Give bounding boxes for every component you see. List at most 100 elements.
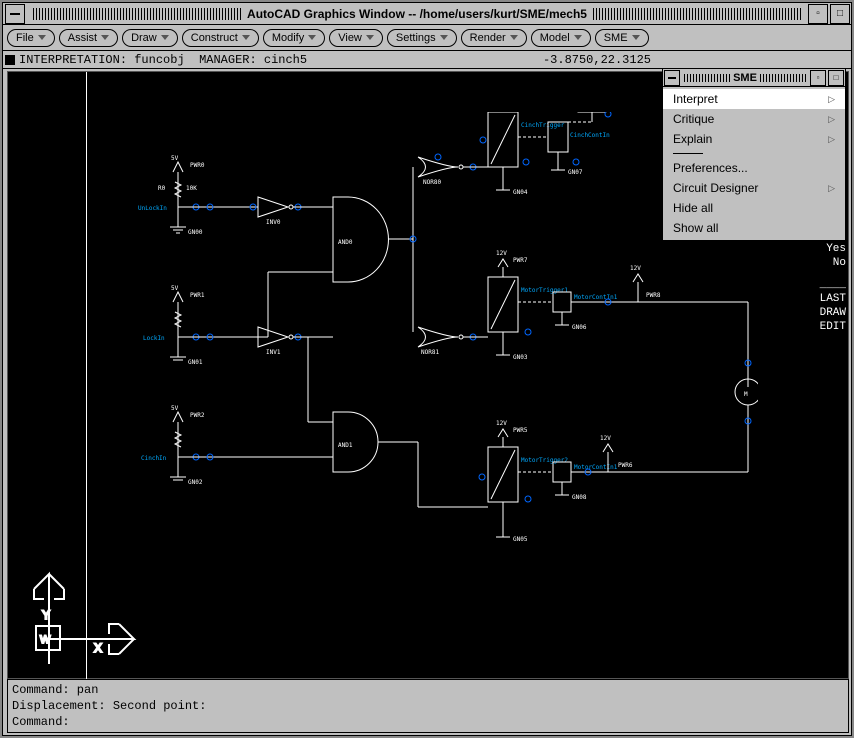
svg-text:X: X (94, 641, 102, 655)
minimize-button[interactable]: ▫ (808, 4, 828, 24)
menubar: File Assist Draw Construct Modify View S… (3, 25, 851, 51)
svg-text:Y: Y (42, 608, 50, 622)
sme-titlebar-texture-left (684, 74, 730, 82)
sme-window-title: SME (733, 72, 757, 84)
svg-text:CinchContIn: CinchContIn (570, 132, 610, 139)
menu-view[interactable]: View (329, 29, 383, 47)
chevron-down-icon (510, 35, 518, 40)
sme-titlebar[interactable]: SME ▫ □ (663, 69, 845, 87)
svg-text:PWR7: PWR7 (513, 257, 528, 264)
svg-text:GN01: GN01 (188, 359, 203, 366)
sme-item-circuit-designer[interactable]: Circuit Designer▷ (663, 178, 845, 198)
maximize-button[interactable]: □ (830, 4, 850, 24)
menu-file[interactable]: File (7, 29, 55, 47)
chevron-down-icon (242, 35, 250, 40)
svg-text:UnLockIn: UnLockIn (138, 205, 167, 212)
menu-construct[interactable]: Construct (182, 29, 259, 47)
submenu-arrow-icon: ▷ (828, 183, 835, 194)
svg-text:12V: 12V (630, 265, 641, 272)
interpretation-value: funcobj (134, 53, 184, 67)
svg-text:INV0: INV0 (266, 219, 281, 226)
sme-window-menu-button[interactable] (664, 70, 680, 86)
svg-text:AND0: AND0 (338, 239, 353, 246)
svg-text:GN02: GN02 (188, 479, 203, 486)
submenu-arrow-icon: ▷ (828, 134, 835, 145)
menu-model[interactable]: Model (531, 29, 591, 47)
command-area[interactable]: Command: pan Displacement: Second point:… (7, 679, 849, 733)
side-edit[interactable]: EDIT (800, 321, 846, 333)
svg-text:12V: 12V (496, 250, 507, 257)
svg-text:MotorContIn1: MotorContIn1 (574, 464, 618, 471)
window-menu-button[interactable] (5, 4, 25, 24)
sme-item-hide-all[interactable]: Hide all (663, 198, 845, 218)
svg-text:5V: 5V (171, 285, 179, 292)
command-line-1: Command: pan (12, 682, 844, 698)
svg-text:GN06: GN06 (572, 324, 587, 331)
svg-text:CinchTrigger: CinchTrigger (521, 122, 565, 129)
svg-text:PWR2: PWR2 (190, 412, 205, 419)
submenu-arrow-icon: ▷ (828, 114, 835, 125)
window-title: AutoCAD Graphics Window -- /home/users/k… (247, 7, 587, 21)
side-draw[interactable]: DRAW (800, 307, 846, 319)
svg-text:12V: 12V (496, 420, 507, 427)
menu-sme[interactable]: SME (595, 29, 649, 47)
svg-text:5V: 5V (171, 405, 179, 412)
svg-text:PWR0: PWR0 (190, 162, 205, 169)
status-led (5, 55, 15, 65)
menu-draw[interactable]: Draw (122, 29, 178, 47)
coordinates-readout: -3.8750,22.3125 (543, 53, 651, 67)
svg-text:LockIn: LockIn (143, 335, 165, 342)
chevron-down-icon (632, 35, 640, 40)
svg-text:NOR81: NOR81 (421, 349, 439, 356)
sme-item-critique[interactable]: Critique▷ (663, 109, 845, 129)
chevron-down-icon (38, 35, 46, 40)
menu-assist[interactable]: Assist (59, 29, 118, 47)
sme-minimize-button[interactable]: ▫ (810, 70, 826, 86)
svg-text:AND1: AND1 (338, 442, 353, 449)
svg-text:R0: R0 (158, 185, 166, 192)
sme-window[interactable]: SME ▫ □ Interpret▷ Critique▷ Explain▷ Pr… (662, 68, 846, 241)
svg-text:MotorTrigger2: MotorTrigger2 (521, 457, 568, 464)
svg-text:12V: 12V (600, 435, 611, 442)
titlebar[interactable]: AutoCAD Graphics Window -- /home/users/k… (3, 3, 851, 25)
svg-text:NOR80: NOR80 (423, 179, 441, 186)
titlebar-texture-right (593, 8, 801, 20)
sme-item-explain[interactable]: Explain▷ (663, 129, 845, 149)
svg-text:W: W (40, 634, 51, 646)
interpretation-label: INTERPRETATION: (19, 53, 127, 67)
svg-text:MotorContIn1: MotorContIn1 (574, 294, 618, 301)
sme-titlebar-texture-right (760, 74, 806, 82)
side-blank: ____ (800, 279, 846, 291)
svg-text:GN05: GN05 (513, 536, 528, 543)
svg-text:PWR5: PWR5 (513, 427, 528, 434)
menu-settings[interactable]: Settings (387, 29, 457, 47)
side-no[interactable]: No (800, 257, 846, 269)
svg-text:CinchIn: CinchIn (141, 455, 167, 462)
side-yes[interactable]: Yes (800, 243, 846, 255)
menu-render[interactable]: Render (461, 29, 527, 47)
sme-item-interpret[interactable]: Interpret▷ (663, 89, 845, 109)
chevron-down-icon (366, 35, 374, 40)
chevron-down-icon (574, 35, 582, 40)
sme-menu: Interpret▷ Critique▷ Explain▷ Preference… (663, 87, 845, 240)
svg-text:GN00: GN00 (188, 229, 203, 236)
menu-modify[interactable]: Modify (263, 29, 325, 47)
svg-text:M: M (744, 391, 748, 398)
manager-value: cinch5 (264, 53, 307, 67)
side-last[interactable]: LAST (800, 293, 846, 305)
chevron-down-icon (101, 35, 109, 40)
svg-text:INV1: INV1 (266, 349, 281, 356)
submenu-arrow-icon: ▷ (828, 94, 835, 105)
sme-maximize-button[interactable]: □ (828, 70, 844, 86)
command-prompt[interactable]: Command: (12, 714, 844, 730)
svg-text:PWR1: PWR1 (190, 292, 205, 299)
svg-text:GN03: GN03 (513, 354, 528, 361)
sme-item-show-all[interactable]: Show all (663, 218, 845, 238)
sme-item-preferences[interactable]: Preferences... (663, 158, 845, 178)
titlebar-texture-left (33, 8, 241, 20)
sme-separator (673, 153, 703, 154)
main-window: AutoCAD Graphics Window -- /home/users/k… (2, 2, 852, 736)
svg-text:10K: 10K (186, 185, 197, 192)
svg-text:5V: 5V (171, 155, 179, 162)
manager-label: MANAGER: (199, 53, 257, 67)
